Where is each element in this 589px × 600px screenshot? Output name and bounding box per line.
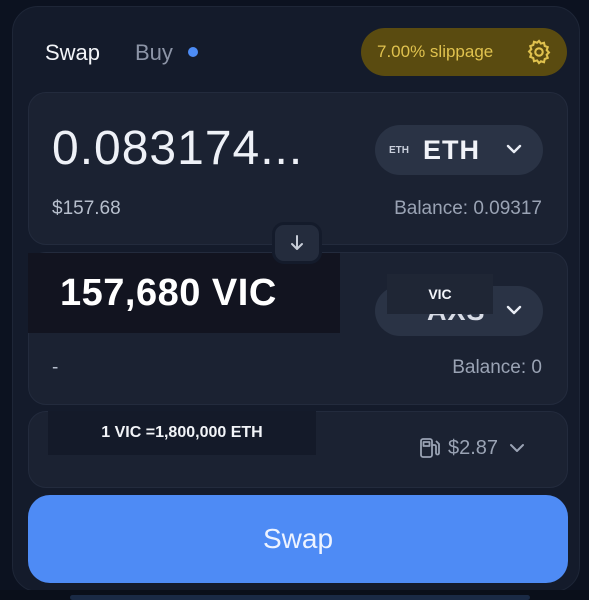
gas-pump-icon bbox=[420, 438, 440, 458]
buy-notification-dot bbox=[188, 47, 198, 57]
gear-icon bbox=[527, 39, 551, 65]
tab-buy[interactable]: Buy bbox=[135, 38, 173, 68]
buy-amount: - bbox=[52, 357, 59, 378]
bottom-edge bbox=[0, 590, 589, 600]
vic-token-overlay: VIC bbox=[387, 274, 493, 314]
swap-button-label: Swap bbox=[262, 523, 334, 554]
slippage-label: 7.00% slippage bbox=[377, 42, 494, 61]
exchange-rate: 1 VIC =1,800,000 ETH bbox=[101, 424, 263, 441]
sell-balance: Balance: 0.09317 bbox=[394, 198, 542, 219]
gas-fee[interactable]: $2.87 bbox=[418, 436, 526, 460]
eth-token-icon: ETH bbox=[389, 144, 409, 156]
gas-fee-value: $2.87 bbox=[448, 436, 499, 459]
sell-token-selector[interactable]: ETH ETH bbox=[375, 125, 543, 175]
vic-token-label: VIC bbox=[428, 286, 452, 302]
chevron-down-icon bbox=[506, 305, 522, 315]
chevron-down-icon bbox=[506, 144, 522, 154]
arrow-down-icon bbox=[291, 235, 303, 250]
sell-usd-value: $157.68 bbox=[52, 198, 121, 219]
sell-amount[interactable]: 0.083174... bbox=[52, 118, 303, 180]
buy-balance: Balance: 0 bbox=[452, 357, 542, 378]
vic-amount-overlay: 157,680 VIC bbox=[28, 253, 340, 333]
vic-amount: 157,680 VIC bbox=[60, 271, 277, 314]
swap-button[interactable]: Swap bbox=[28, 495, 568, 583]
rate-overlay: 1 VIC =1,800,000 ETH bbox=[48, 411, 316, 455]
tab-swap[interactable]: Swap bbox=[45, 38, 100, 68]
switch-tokens-button[interactable] bbox=[272, 222, 322, 264]
sell-token-name: ETH bbox=[423, 134, 480, 165]
chevron-down-icon bbox=[510, 444, 525, 452]
slippage-button[interactable]: 7.00% slippage bbox=[361, 28, 567, 76]
